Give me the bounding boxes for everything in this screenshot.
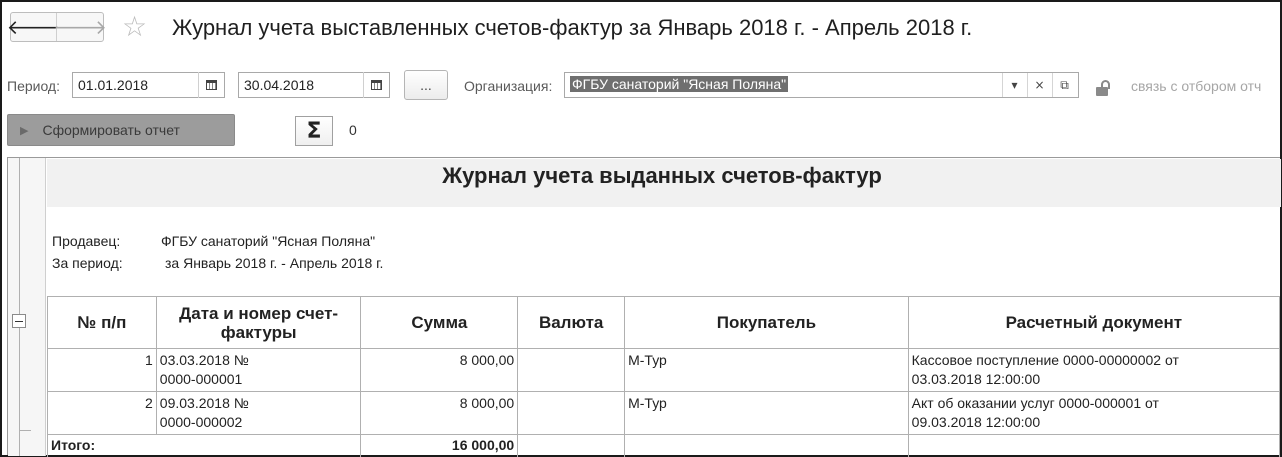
navigation-buttons: 🡐 🡒 <box>7 12 107 42</box>
total-label: Итого: <box>46 434 362 457</box>
amount-cell: 8 000,00 <box>360 348 519 392</box>
select-period-button[interactable]: ... <box>404 70 448 100</box>
period-to-field[interactable]: 30.04.2018 <box>238 72 390 98</box>
report-period-label: За период: <box>52 255 123 271</box>
total-empty-cell <box>517 434 626 457</box>
generate-report-label: Сформировать отчет <box>42 122 180 138</box>
table-row[interactable]: 2 09.03.2018 № 0000-000002 8 000,00 М-Ту… <box>47 391 1281 435</box>
invoice-table: № п/п Дата и номер счет-фактуры Сумма Ва… <box>46 296 1281 457</box>
column-header-number: № п/п <box>47 296 157 349</box>
lock-icon[interactable] <box>1096 80 1110 96</box>
invoice-number: 0000-000001 <box>159 371 243 387</box>
column-header-amount: Сумма <box>360 296 519 349</box>
back-button[interactable]: 🡐 <box>7 13 60 41</box>
row-number: 1 <box>47 348 157 392</box>
column-header-payment-doc: Расчетный документ <box>907 296 1281 349</box>
invoice-date: 09.03.2018 № <box>159 395 249 411</box>
collapse-group-icon[interactable] <box>12 314 26 328</box>
report-area: Журнал учета выданных счетов-фактур Прод… <box>7 157 1281 457</box>
organization-label: Организация: <box>464 78 553 94</box>
invoice-date: 03.03.2018 № <box>159 352 249 368</box>
group-gutter <box>8 158 46 456</box>
invoice-number: 0000-000002 <box>159 414 243 430</box>
period-to-value: 30.04.2018 <box>244 77 315 93</box>
table-row[interactable]: 1 03.03.2018 № 0000-000001 8 000,00 М-Ту… <box>47 348 1281 392</box>
period-label: Период: <box>7 78 60 94</box>
period-from-field[interactable]: 01.01.2018 <box>72 72 225 98</box>
column-header-currency: Валюта <box>517 296 626 349</box>
organization-value: ФГБУ санаторий "Ясная Поляна" <box>570 76 789 92</box>
payment-doc-cell[interactable]: Кассовое поступление 0000-00000002 от 03… <box>907 348 1281 392</box>
open-icon[interactable]: ⧉ <box>1052 73 1076 97</box>
seller-value: ФГБУ санаторий "Ясная Поляна" <box>161 233 376 249</box>
play-icon: ▶ <box>20 123 29 137</box>
forward-button[interactable]: 🡒 <box>53 13 107 41</box>
total-empty-cell <box>624 434 909 457</box>
period-from-value: 01.01.2018 <box>78 77 149 93</box>
calendar-icon <box>371 80 382 90</box>
group-line <box>19 158 20 456</box>
star-icon[interactable]: ☆ <box>122 12 147 42</box>
row-number: 2 <box>47 391 157 435</box>
invoice-cell[interactable]: 09.03.2018 № 0000-000002 <box>155 391 362 435</box>
chevron-down-icon[interactable]: ▾ <box>1002 73 1026 97</box>
buyer-cell[interactable]: М-Тур <box>624 391 909 435</box>
period-to-calendar-button[interactable] <box>363 72 389 98</box>
window-title: Журнал учета выставленных счетов-фактур … <box>172 15 973 40</box>
period-from-calendar-button[interactable] <box>198 72 224 98</box>
total-row: Итого: 16 000,00 <box>46 434 1281 457</box>
calendar-icon <box>206 80 217 90</box>
invoice-cell[interactable]: 03.03.2018 № 0000-000001 <box>155 348 362 392</box>
arrow-right-icon: 🡒 <box>53 15 107 39</box>
currency-cell <box>517 391 626 435</box>
payment-doc-name: Акт об оказании услуг 0000-000001 от <box>911 395 1159 411</box>
group-line-end <box>19 430 31 431</box>
seller-label: Продавец: <box>52 233 121 249</box>
payment-doc-cell[interactable]: Акт об оказании услуг 0000-000001 от 09.… <box>907 391 1281 435</box>
report-title: Журнал учета выданных счетов-фактур <box>442 163 882 188</box>
buyer-cell[interactable]: М-Тур <box>624 348 909 392</box>
column-header-buyer: Покупатель <box>624 296 909 349</box>
total-empty-cell <box>907 434 1281 457</box>
payment-doc-date: 09.03.2018 12:00:00 <box>911 414 1041 430</box>
payment-doc-date: 03.03.2018 12:00:00 <box>911 371 1041 387</box>
link-with-filter-label[interactable]: связь с отбором отч <box>1131 78 1261 94</box>
sum-value: 0 <box>349 122 357 138</box>
generate-report-button[interactable]: ▶ Сформировать отчет <box>7 114 235 146</box>
sum-button[interactable]: Σ <box>295 116 333 146</box>
column-header-invoice: Дата и номер счет-фактуры <box>155 296 362 349</box>
clear-icon[interactable]: × <box>1027 73 1051 97</box>
currency-cell <box>517 348 626 392</box>
payment-doc-name: Кассовое поступление 0000-00000002 от <box>911 352 1179 368</box>
table-header-row: № п/п Дата и номер счет-фактуры Сумма Ва… <box>47 296 1281 349</box>
organization-field[interactable]: ФГБУ санаторий "Ясная Поляна" ▾ × ⧉ <box>564 72 1079 98</box>
report-period-value: за Январь 2018 г. - Апрель 2018 г. <box>165 255 384 271</box>
total-amount: 16 000,00 <box>360 434 519 457</box>
amount-cell: 8 000,00 <box>360 391 519 435</box>
